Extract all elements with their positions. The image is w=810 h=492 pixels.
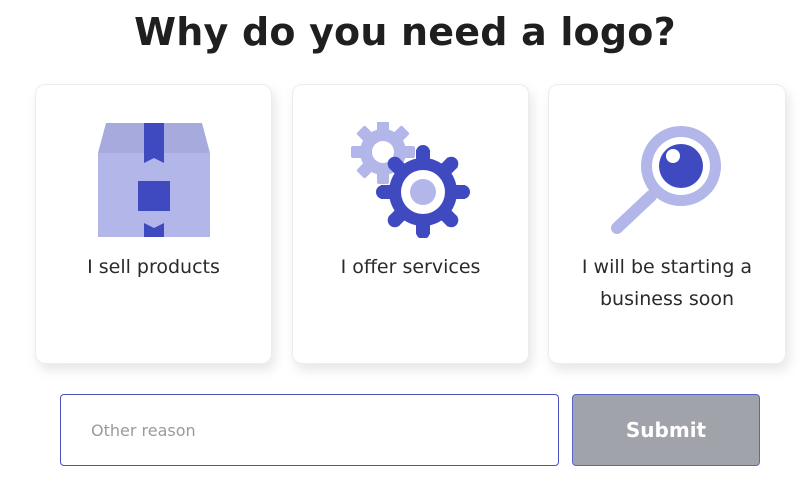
option-label: I will be starting a business soon [581,256,753,310]
page-title: Why do you need a logo? [134,10,676,54]
option-label: I sell products [87,256,220,278]
gears-icon [293,121,528,239]
magnifier-icon [549,121,785,239]
box-icon [36,121,271,239]
option-label: I offer services [340,256,481,278]
option-card-products[interactable]: I sell products [35,84,272,364]
option-card-starting-soon[interactable]: I will be starting a business soon [548,84,786,364]
option-card-services[interactable]: I offer services [292,84,529,364]
submit-button[interactable]: Submit [572,394,760,466]
other-reason-input[interactable] [60,394,559,466]
